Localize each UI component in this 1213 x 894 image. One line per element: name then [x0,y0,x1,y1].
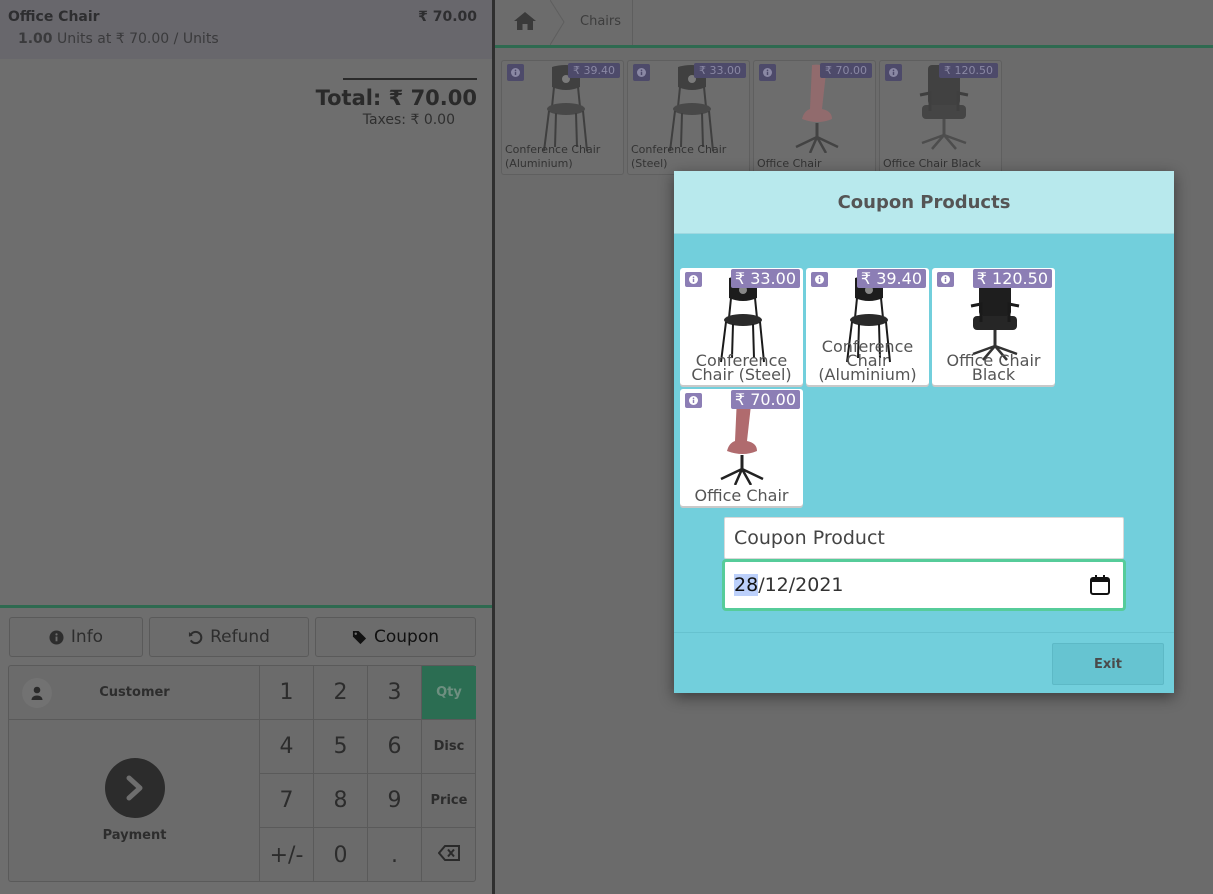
customer-button[interactable]: Customer [9,666,260,720]
mode-disc-button[interactable]: Disc [422,720,476,774]
numpad-key-4[interactable]: 4 [260,720,314,774]
numpad-key-5[interactable]: 5 [314,720,368,774]
order-line-price: ₹ 70.00 [418,9,477,25]
product-price: ₹ 39.40 [856,269,926,288]
breadcrumb-end [632,0,633,45]
order-line-qty: 1.00 [18,31,53,47]
numpad-key-8[interactable]: 8 [314,774,368,828]
product-price: ₹ 120.50 [972,269,1052,288]
total-divider [343,78,477,80]
breadcrumb: Chairs [495,0,1213,45]
numpad-key-9[interactable]: 9 [368,774,422,828]
coupon-button-label: Coupon [373,627,439,647]
product-name: Office Chair Black [946,351,1041,384]
breadcrumb-category[interactable]: Chairs [580,14,621,29]
date-day-segment[interactable]: 28 [734,574,759,596]
coupon-date-input[interactable]: 28/12/2021 [722,559,1126,611]
backspace-button[interactable] [422,828,476,882]
coupon-product-input[interactable]: Coupon Product [724,517,1124,559]
chevron-right-icon [105,758,165,818]
coupon-product-card[interactable]: ₹ 39.40 Conference Chair (Aluminium) [806,268,929,385]
product-name: Office Chair [757,157,822,170]
refund-button[interactable]: Refund [149,617,309,657]
coupon-product-card[interactable]: ₹ 33.00 Conference Chair (Steel) [680,268,803,385]
info-icon[interactable] [937,272,954,287]
control-divider [0,605,492,608]
product-card[interactable]: ₹ 70.00 Office Chair [753,60,876,175]
tag-icon [352,630,367,645]
product-name: Office Chair [694,486,789,505]
product-price: ₹ 70.00 [730,390,800,409]
product-name: Conference Chair (Steel) [691,351,792,384]
undo-icon [188,630,203,645]
backspace-icon [437,845,460,865]
numpad-key-7[interactable]: 7 [260,774,314,828]
numpad-key-plus-minus[interactable]: +/- [260,828,314,882]
product-price: ₹ 33.00 [730,269,800,288]
coupon-product-card[interactable]: ₹ 70.00 Office Chair [680,389,803,506]
calendar-icon[interactable] [1089,574,1111,601]
info-icon[interactable] [759,64,776,81]
home-button[interactable] [495,0,555,45]
coupon-button[interactable]: Coupon [315,617,476,657]
customer-label: Customer [99,685,170,700]
breadcrumb-separator [550,0,565,45]
info-icon[interactable] [685,272,702,287]
exit-button[interactable]: Exit [1052,643,1164,685]
order-taxes: Taxes: ₹ 0.00 [362,112,455,128]
numpad-key-6[interactable]: 6 [368,720,422,774]
coupon-products-dialog: Coupon Products ₹ 33.00 Conference Chair… [674,171,1174,693]
mode-qty-button[interactable]: Qty [422,666,476,720]
product-price: ₹ 120.50 [939,63,998,78]
numpad-key-2[interactable]: 2 [314,666,368,720]
order-line-unit-text: Units at ₹ 70.00 / Units [57,31,219,47]
payment-button[interactable]: Payment [9,720,260,881]
info-circle-icon [49,629,64,645]
numpad-key-dot[interactable]: . [368,828,422,882]
product-card[interactable]: ₹ 39.40 Conference Chair (Aluminium) [501,60,624,175]
date-rest: /12/2021 [758,574,844,596]
product-name: Office Chair Black [883,157,981,170]
info-icon[interactable] [685,393,702,408]
info-button[interactable]: Info [9,617,143,657]
coupon-product-card[interactable]: ₹ 120.50 Office Chair Black [932,268,1055,385]
product-card[interactable]: ₹ 120.50 Office Chair Black [879,60,1002,175]
product-name: Conference Chair (Aluminium) [505,143,601,170]
numpad-key-3[interactable]: 3 [368,666,422,720]
payment-label: Payment [102,828,167,843]
order-panel: Office Chair ₹ 70.00 1.00 Units at ₹ 70.… [0,0,492,894]
info-icon[interactable] [507,64,524,81]
info-icon[interactable] [633,64,650,81]
numpad-key-0[interactable]: 0 [314,828,368,882]
info-button-label: Info [70,627,104,647]
numpad-key-1[interactable]: 1 [260,666,314,720]
mode-price-button[interactable]: Price [422,774,476,828]
numpad: Customer Payment 1 2 3 Qty 4 5 6 Disc 7 … [8,665,476,882]
dialog-footer-divider [674,632,1174,633]
order-line-product: Office Chair [8,9,100,25]
order-line-detail: 1.00 Units at ₹ 70.00 / Units [18,31,219,47]
order-total: Total: ₹ 70.00 [315,86,477,110]
order-line[interactable]: Office Chair ₹ 70.00 1.00 Units at ₹ 70.… [0,0,492,59]
dialog-title: Coupon Products [674,171,1174,234]
product-price: ₹ 33.00 [694,63,746,78]
product-price: ₹ 39.40 [568,63,620,78]
refund-button-label: Refund [210,627,270,647]
product-name: Conference Chair (Aluminium) [818,337,917,384]
home-icon [513,11,537,35]
info-icon[interactable] [811,272,828,287]
product-card[interactable]: ₹ 33.00 Conference Chair (Steel) [627,60,750,175]
coupon-product-value: Coupon Product [734,527,885,549]
product-name: Conference Chair (Steel) [631,143,727,170]
product-price: ₹ 70.00 [820,63,872,78]
info-icon[interactable] [885,64,902,81]
